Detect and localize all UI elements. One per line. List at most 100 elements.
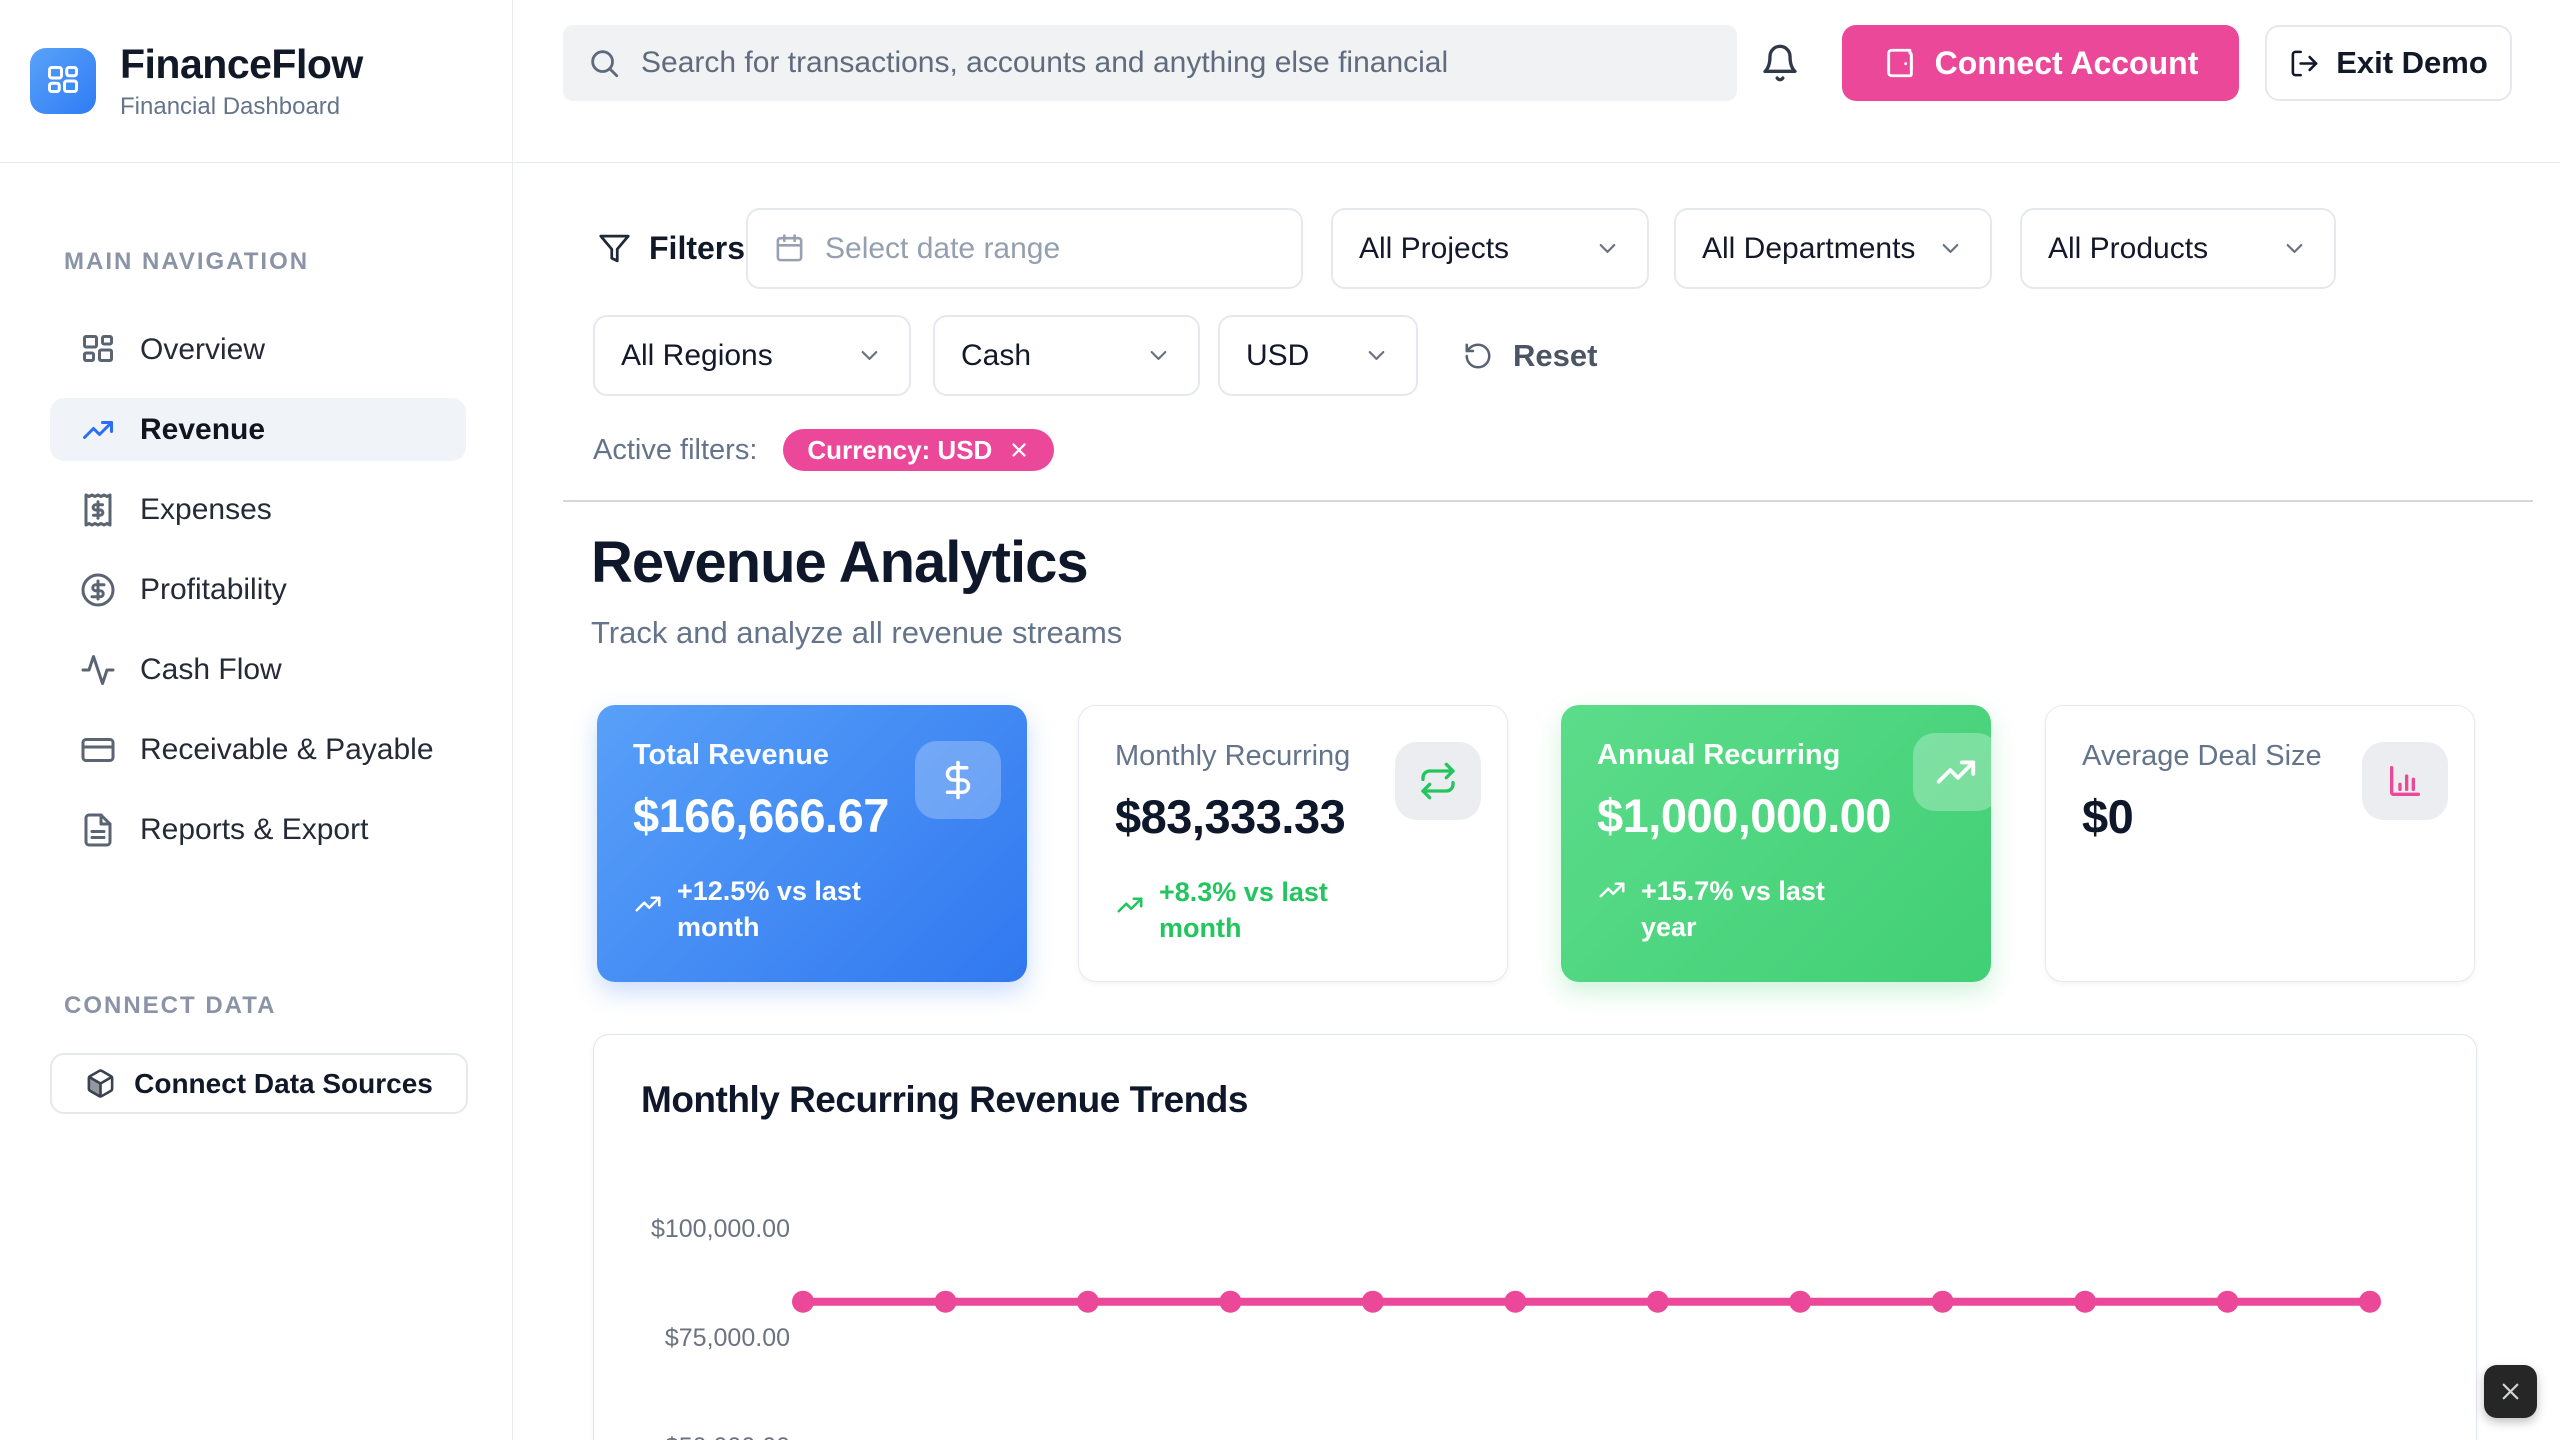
sidebar-item-label: Profitability <box>140 573 287 607</box>
connect-account-button[interactable]: Connect Account <box>1842 25 2239 101</box>
reset-label: Reset <box>1513 338 1597 374</box>
active-filters-row: Active filters: Currency: USD <box>593 429 1054 471</box>
trending-up-icon <box>1913 733 1991 811</box>
stat-change-text: +8.3% vs last month <box>1159 874 1365 947</box>
sidebar-item-reports-export[interactable]: Reports & Export <box>50 798 466 861</box>
close-icon[interactable] <box>1008 439 1030 461</box>
filter-chip-text: Currency: USD <box>807 435 992 466</box>
filters-heading: Filters <box>598 208 745 289</box>
brand: FinanceFlow Financial Dashboard <box>0 0 512 163</box>
cube-icon <box>85 1068 116 1099</box>
brand-text: FinanceFlow Financial Dashboard <box>120 41 363 121</box>
exit-demo-label: Exit Demo <box>2336 45 2488 81</box>
stat-label: Annual Recurring <box>1597 739 1955 772</box>
projects-select[interactable]: All Projects <box>1331 208 1649 289</box>
departments-select[interactable]: All Departments <box>1674 208 1992 289</box>
products-select[interactable]: All Products <box>2020 208 2336 289</box>
sidebar-item-overview[interactable]: Overview <box>50 318 466 381</box>
date-range-input[interactable]: Select date range <box>746 208 1303 289</box>
currency-select[interactable]: USD <box>1218 315 1418 396</box>
stat-card-monthly-recurring: Monthly Recurring $83,333.33 +8.3% vs la… <box>1078 705 1508 982</box>
date-range-placeholder: Select date range <box>825 232 1060 266</box>
receipt-icon <box>80 492 116 528</box>
departments-value: All Departments <box>1702 232 1915 266</box>
connect-data-sources-button[interactable]: Connect Data Sources <box>50 1053 468 1114</box>
chevron-down-icon <box>1145 342 1172 369</box>
funnel-icon <box>598 232 631 265</box>
repeat-icon <box>1395 742 1481 820</box>
chevron-down-icon <box>1937 235 1964 262</box>
sidebar-item-label: Reports & Export <box>140 813 368 847</box>
sidebar-item-label: Expenses <box>140 493 272 527</box>
sidebar-item-label: Overview <box>140 333 265 367</box>
sidebar-item-label: Revenue <box>140 413 265 447</box>
products-value: All Products <box>2048 232 2208 266</box>
payment-method-value: Cash <box>961 339 1031 373</box>
trending-up-icon <box>80 412 116 448</box>
calendar-icon <box>774 233 805 264</box>
credit-card-icon <box>80 732 116 768</box>
stat-change: +15.7% vs last year <box>1597 873 1847 946</box>
sidebar-item-label: Cash Flow <box>140 653 282 687</box>
notifications-button[interactable] <box>1750 33 1810 93</box>
page-subtitle: Track and analyze all revenue streams <box>591 615 1122 651</box>
chevron-down-icon <box>2281 235 2308 262</box>
activity-icon <box>80 652 116 688</box>
regions-value: All Regions <box>621 339 773 373</box>
chevron-down-icon <box>1594 235 1621 262</box>
regions-select[interactable]: All Regions <box>593 315 911 396</box>
connect-account-label: Connect Account <box>1935 45 2199 82</box>
payment-method-select[interactable]: Cash <box>933 315 1200 396</box>
trend-up-icon <box>1115 890 1145 920</box>
stat-change-text: +15.7% vs last year <box>1641 873 1847 946</box>
overlay-close-button[interactable] <box>2484 1365 2537 1418</box>
log-out-icon <box>2289 48 2320 79</box>
sidebar-item-expenses[interactable]: Expenses <box>50 478 466 541</box>
close-icon <box>2497 1378 2524 1405</box>
file-text-icon <box>80 812 116 848</box>
filter-chip-currency[interactable]: Currency: USD <box>783 429 1054 471</box>
mrr-line-chart: Monthly Recurring Revenue Trends $100,00… <box>593 1034 2477 1440</box>
search-input[interactable] <box>641 46 1737 80</box>
stat-card-total-revenue: Total Revenue $166,666.67 +12.5% vs last… <box>597 705 1027 982</box>
rotate-ccw-icon <box>1463 341 1493 371</box>
section-divider <box>563 500 2533 502</box>
app-window: FinanceFlow Financial Dashboard MAIN NAV… <box>0 0 2560 1440</box>
chart-plot <box>594 1035 2478 1440</box>
stat-change: +12.5% vs last month <box>633 873 883 946</box>
global-search <box>563 25 1737 101</box>
exit-demo-button[interactable]: Exit Demo <box>2265 25 2512 101</box>
app-tagline: Financial Dashboard <box>120 93 363 121</box>
wallet-icon <box>1883 46 1917 80</box>
app-title: FinanceFlow <box>120 41 363 88</box>
sidebar-item-label: Receivable & Payable <box>140 733 434 767</box>
chevron-down-icon <box>856 342 883 369</box>
connect-data-sources-label: Connect Data Sources <box>134 1068 433 1100</box>
sidebar-item-receivable-payable[interactable]: Receivable & Payable <box>50 718 466 781</box>
trend-up-icon <box>633 889 663 919</box>
sidebar-item-cash-flow[interactable]: Cash Flow <box>50 638 466 701</box>
reset-filters-button[interactable]: Reset <box>1463 315 1597 396</box>
projects-value: All Projects <box>1359 232 1509 266</box>
stat-card-annual-recurring: Annual Recurring $1,000,000.00 +15.7% vs… <box>1561 705 1991 982</box>
stat-change-text: +12.5% vs last month <box>677 873 883 946</box>
filters-label: Filters <box>649 230 745 267</box>
chevron-down-icon <box>1363 342 1390 369</box>
dollar-circle-icon <box>80 572 116 608</box>
stat-value: $1,000,000.00 <box>1597 788 1955 843</box>
app-logo-icon <box>30 48 96 114</box>
top-bar: Connect Account Exit Demo <box>513 0 2560 163</box>
sidebar: FinanceFlow Financial Dashboard MAIN NAV… <box>0 0 513 1440</box>
main-navigation: Overview Revenue Expenses Profitability … <box>50 318 466 878</box>
main-navigation-label: MAIN NAVIGATION <box>64 248 309 276</box>
main-content: Filters Select date range All Projects A… <box>513 163 2560 1440</box>
bar-chart-icon <box>2362 742 2448 820</box>
connect-data-label: CONNECT DATA <box>64 992 276 1020</box>
sidebar-item-profitability[interactable]: Profitability <box>50 558 466 621</box>
stat-change: +8.3% vs last month <box>1115 874 1365 947</box>
bell-icon <box>1760 43 1800 83</box>
sidebar-item-revenue[interactable]: Revenue <box>50 398 466 461</box>
search-icon <box>587 46 621 80</box>
trend-up-icon <box>1597 875 1627 905</box>
page-title: Revenue Analytics <box>591 529 1088 596</box>
